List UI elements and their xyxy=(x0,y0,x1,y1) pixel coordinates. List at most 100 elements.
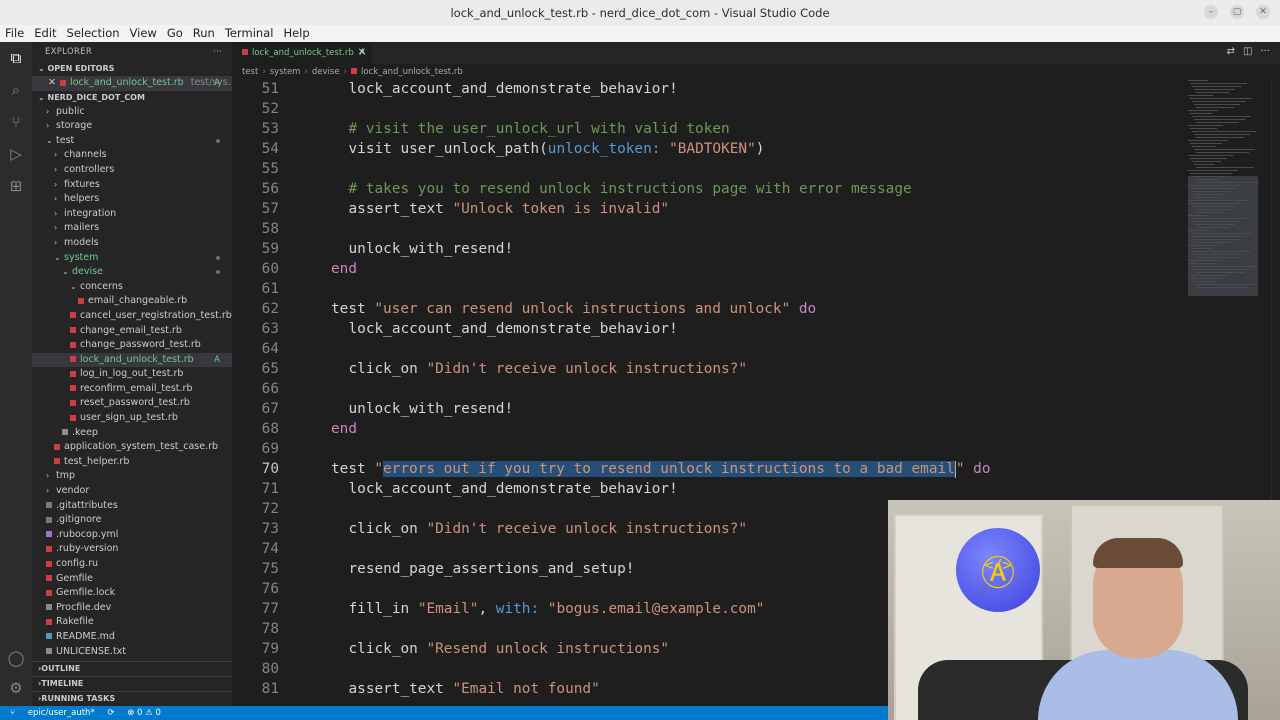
tree-file[interactable]: log_in_log_out_test.rb xyxy=(32,367,232,382)
compare-icon[interactable]: ⇄ xyxy=(1227,46,1235,57)
run-debug-icon[interactable]: ▷ xyxy=(6,144,26,164)
menu-edit[interactable]: Edit xyxy=(29,25,61,42)
tree-file[interactable]: UNLICENSE.txt xyxy=(32,645,232,660)
account-icon[interactable]: ◯ xyxy=(6,648,26,668)
tree-folder[interactable]: › public xyxy=(32,105,232,120)
tree-file[interactable]: .ruby-version xyxy=(32,542,232,557)
tree-folder[interactable]: ⌄ test xyxy=(32,134,232,149)
tree-file[interactable]: cancel_user_registration_test.rb xyxy=(32,309,232,324)
running-tasks-section[interactable]: ›RUNNING TASKS xyxy=(32,691,232,706)
files-icon[interactable]: ⧉ xyxy=(6,48,26,68)
tree-file[interactable]: Gemfile xyxy=(32,572,232,587)
tree-file[interactable]: user_sign_up_test.rb xyxy=(32,411,232,426)
menu-terminal[interactable]: Terminal xyxy=(220,25,279,42)
search-icon[interactable]: ⌕ xyxy=(6,80,26,100)
split-editor-icon[interactable]: ◫ xyxy=(1243,46,1252,57)
tree-file[interactable]: Procfile.dev xyxy=(32,601,232,616)
breadcrumb-item[interactable]: devise xyxy=(312,67,340,77)
minimap-line xyxy=(1196,287,1249,288)
breadcrumb-item[interactable]: lock_and_unlock_test.rb xyxy=(361,67,463,77)
line-number: 54 xyxy=(261,141,279,157)
tree-folder[interactable]: › vendor xyxy=(32,484,232,499)
tree-folder[interactable]: › channels xyxy=(32,148,232,163)
minimap[interactable] xyxy=(1188,80,1259,300)
tree-file[interactable]: change_email_test.rb xyxy=(32,324,232,339)
more-actions-icon[interactable]: ··· xyxy=(1260,46,1270,57)
tree-folder[interactable]: › helpers xyxy=(32,192,232,207)
tree-folder[interactable]: › tmp xyxy=(32,469,232,484)
code-token: ) xyxy=(755,141,765,157)
tree-file[interactable]: config.ru xyxy=(32,557,232,572)
tree-folder[interactable]: › mailers xyxy=(32,221,232,236)
tree-folder[interactable]: › controllers xyxy=(32,163,232,178)
tree-file[interactable]: .rubocop.yml xyxy=(32,528,232,543)
tree-folder[interactable]: › fixtures xyxy=(32,178,232,193)
ruby-file-icon xyxy=(59,79,66,86)
tree-folder[interactable]: ⌄ concerns xyxy=(32,280,232,295)
branch-indicator[interactable]: ⑂ epic/user_auth* xyxy=(10,708,95,718)
line-number: 64 xyxy=(261,341,279,357)
timeline-section[interactable]: ›TIMELINE xyxy=(32,676,232,691)
outline-section[interactable]: ›OUTLINE xyxy=(32,661,232,676)
source-control-icon[interactable]: ⑂ xyxy=(6,112,26,132)
tree-folder[interactable]: ⌄ devise xyxy=(32,265,232,280)
tree-item-label: README.md xyxy=(56,630,115,642)
sync-icon[interactable]: ⟳ xyxy=(107,708,114,718)
code-token: lock_account_and_demonstrate_behavior! xyxy=(348,81,678,97)
extensions-icon[interactable]: ⊞ xyxy=(6,176,26,196)
menu-selection[interactable]: Selection xyxy=(62,25,125,42)
close-icon[interactable]: ✕ xyxy=(48,77,56,88)
close-window-button[interactable]: ✕ xyxy=(1256,5,1270,19)
tree-item-label: .gitattributes xyxy=(56,499,118,511)
ruby-file-icon xyxy=(46,545,52,552)
minimap-line xyxy=(1192,146,1216,147)
tree-folder[interactable]: › integration xyxy=(32,207,232,222)
tab-lock-and-unlock-test[interactable]: lock_and_unlock_test.rb A ✕ xyxy=(232,42,372,64)
tree-file[interactable]: reset_password_test.rb xyxy=(32,396,232,411)
menu-go[interactable]: Go xyxy=(162,25,188,42)
tree-file[interactable]: Rakefile xyxy=(32,615,232,630)
chevron-down-icon: ⌄ xyxy=(62,267,69,277)
code-token: assert_text xyxy=(348,681,453,697)
minimap-line xyxy=(1196,137,1244,138)
open-editors-section[interactable]: ⌄ OPEN EDITORS xyxy=(32,62,232,76)
tree-item-label: Gemfile xyxy=(56,572,93,584)
tree-file[interactable]: .gitignore xyxy=(32,513,232,528)
settings-icon[interactable]: ⚙ xyxy=(6,678,26,698)
breadcrumb-item[interactable]: test xyxy=(242,67,258,77)
close-tab-icon[interactable]: ✕ xyxy=(358,42,366,64)
chevron-right-icon: › xyxy=(54,164,58,174)
tree-folder[interactable]: ⌄ system xyxy=(32,251,232,266)
ruby-file-icon xyxy=(70,385,76,392)
tree-file[interactable]: lock_and_unlock_test.rb A xyxy=(32,352,232,368)
editor-tabs: lock_and_unlock_test.rb A ✕ ⇄ ◫ ··· xyxy=(232,42,1280,64)
maximize-button[interactable]: ▢ xyxy=(1230,5,1244,19)
breadcrumb-item[interactable]: system xyxy=(270,67,301,77)
minimap-line xyxy=(1192,236,1246,237)
tree-file[interactable]: email_changeable.rb xyxy=(32,294,232,309)
more-actions-icon[interactable]: ··· xyxy=(213,42,222,62)
tree-file[interactable]: reconfirm_email_test.rb xyxy=(32,382,232,397)
menu-run[interactable]: Run xyxy=(188,25,220,42)
menu-view[interactable]: View xyxy=(125,25,162,42)
menu-help[interactable]: Help xyxy=(278,25,314,42)
tree-file[interactable]: README.md xyxy=(32,630,232,645)
tree-file[interactable]: Gemfile.lock xyxy=(32,586,232,601)
problems-indicator[interactable]: ⊗ 0 ⚠ 0 xyxy=(127,708,161,718)
tree-file[interactable]: test_helper.rb xyxy=(32,455,232,470)
tree-folder[interactable]: › storage xyxy=(32,119,232,134)
tree-item-label: .ruby-version xyxy=(56,543,119,555)
project-section[interactable]: ⌄ NERD_DICE_DOT_COM xyxy=(32,91,232,105)
tree-file[interactable]: change_password_test.rb xyxy=(32,338,232,353)
line-number: 58 xyxy=(261,221,279,237)
tree-file[interactable]: .keep xyxy=(32,426,232,441)
file-tree: › public › storage ⌄ test › channels › controller… xyxy=(32,105,232,660)
open-editor-item[interactable]: ✕lock_and_unlock_test.rb test/sys... A xyxy=(32,76,232,91)
ruby-file-icon xyxy=(350,68,357,74)
code-text: end xyxy=(331,419,357,439)
minimize-button[interactable]: – xyxy=(1204,5,1218,19)
tree-file[interactable]: .gitattributes xyxy=(32,499,232,514)
tree-folder[interactable]: › models xyxy=(32,236,232,251)
menu-file[interactable]: File xyxy=(0,25,29,42)
tree-file[interactable]: application_system_test_case.rb xyxy=(32,440,232,455)
